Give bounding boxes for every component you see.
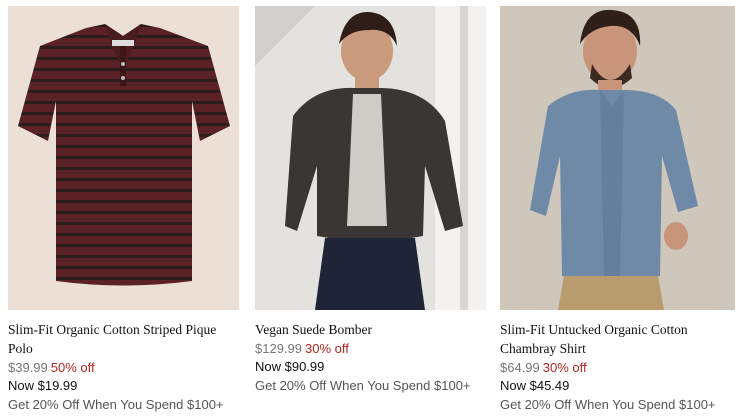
discount-badge: 30% off <box>542 360 587 375</box>
sale-price: Now $19.99 <box>8 378 78 393</box>
product-name[interactable]: Vegan Suede Bomber <box>255 320 486 339</box>
price-row: $64.99 30% off <box>500 359 735 377</box>
product-image-chambray-shirt[interactable] <box>500 6 735 310</box>
discount-badge: 30% off <box>305 341 349 356</box>
original-price: $39.99 <box>8 360 48 375</box>
price-row: $129.99 30% off <box>255 340 486 358</box>
promo-text: Get 20% Off When You Spend $100+ <box>255 378 471 393</box>
product-image-striped-polo[interactable] <box>8 6 239 310</box>
discount-badge: 50% off <box>50 360 95 375</box>
product-card-suede-bomber[interactable]: Vegan Suede Bomber $129.99 30% off Now $9… <box>255 6 486 395</box>
price-row: $39.99 50% off <box>8 359 239 377</box>
sale-price: Now $90.99 <box>255 359 325 374</box>
original-price: $64.99 <box>500 360 540 375</box>
product-name[interactable]: Slim-Fit Untucked Organic Cotton Chambra… <box>500 320 735 358</box>
product-name[interactable]: Slim-Fit Organic Cotton Striped Pique Po… <box>8 320 239 358</box>
product-card-striped-polo[interactable]: Slim-Fit Organic Cotton Striped Pique Po… <box>8 6 239 414</box>
promo-text: Get 20% Off When You Spend $100+ <box>8 397 224 412</box>
promo-text: Get 20% Off When You Spend $100+ <box>500 397 716 412</box>
product-card-chambray-shirt[interactable]: Slim-Fit Untucked Organic Cotton Chambra… <box>500 6 735 414</box>
product-image-suede-bomber[interactable] <box>255 6 486 310</box>
sale-price: Now $45.49 <box>500 378 570 393</box>
original-price: $129.99 <box>255 341 302 356</box>
